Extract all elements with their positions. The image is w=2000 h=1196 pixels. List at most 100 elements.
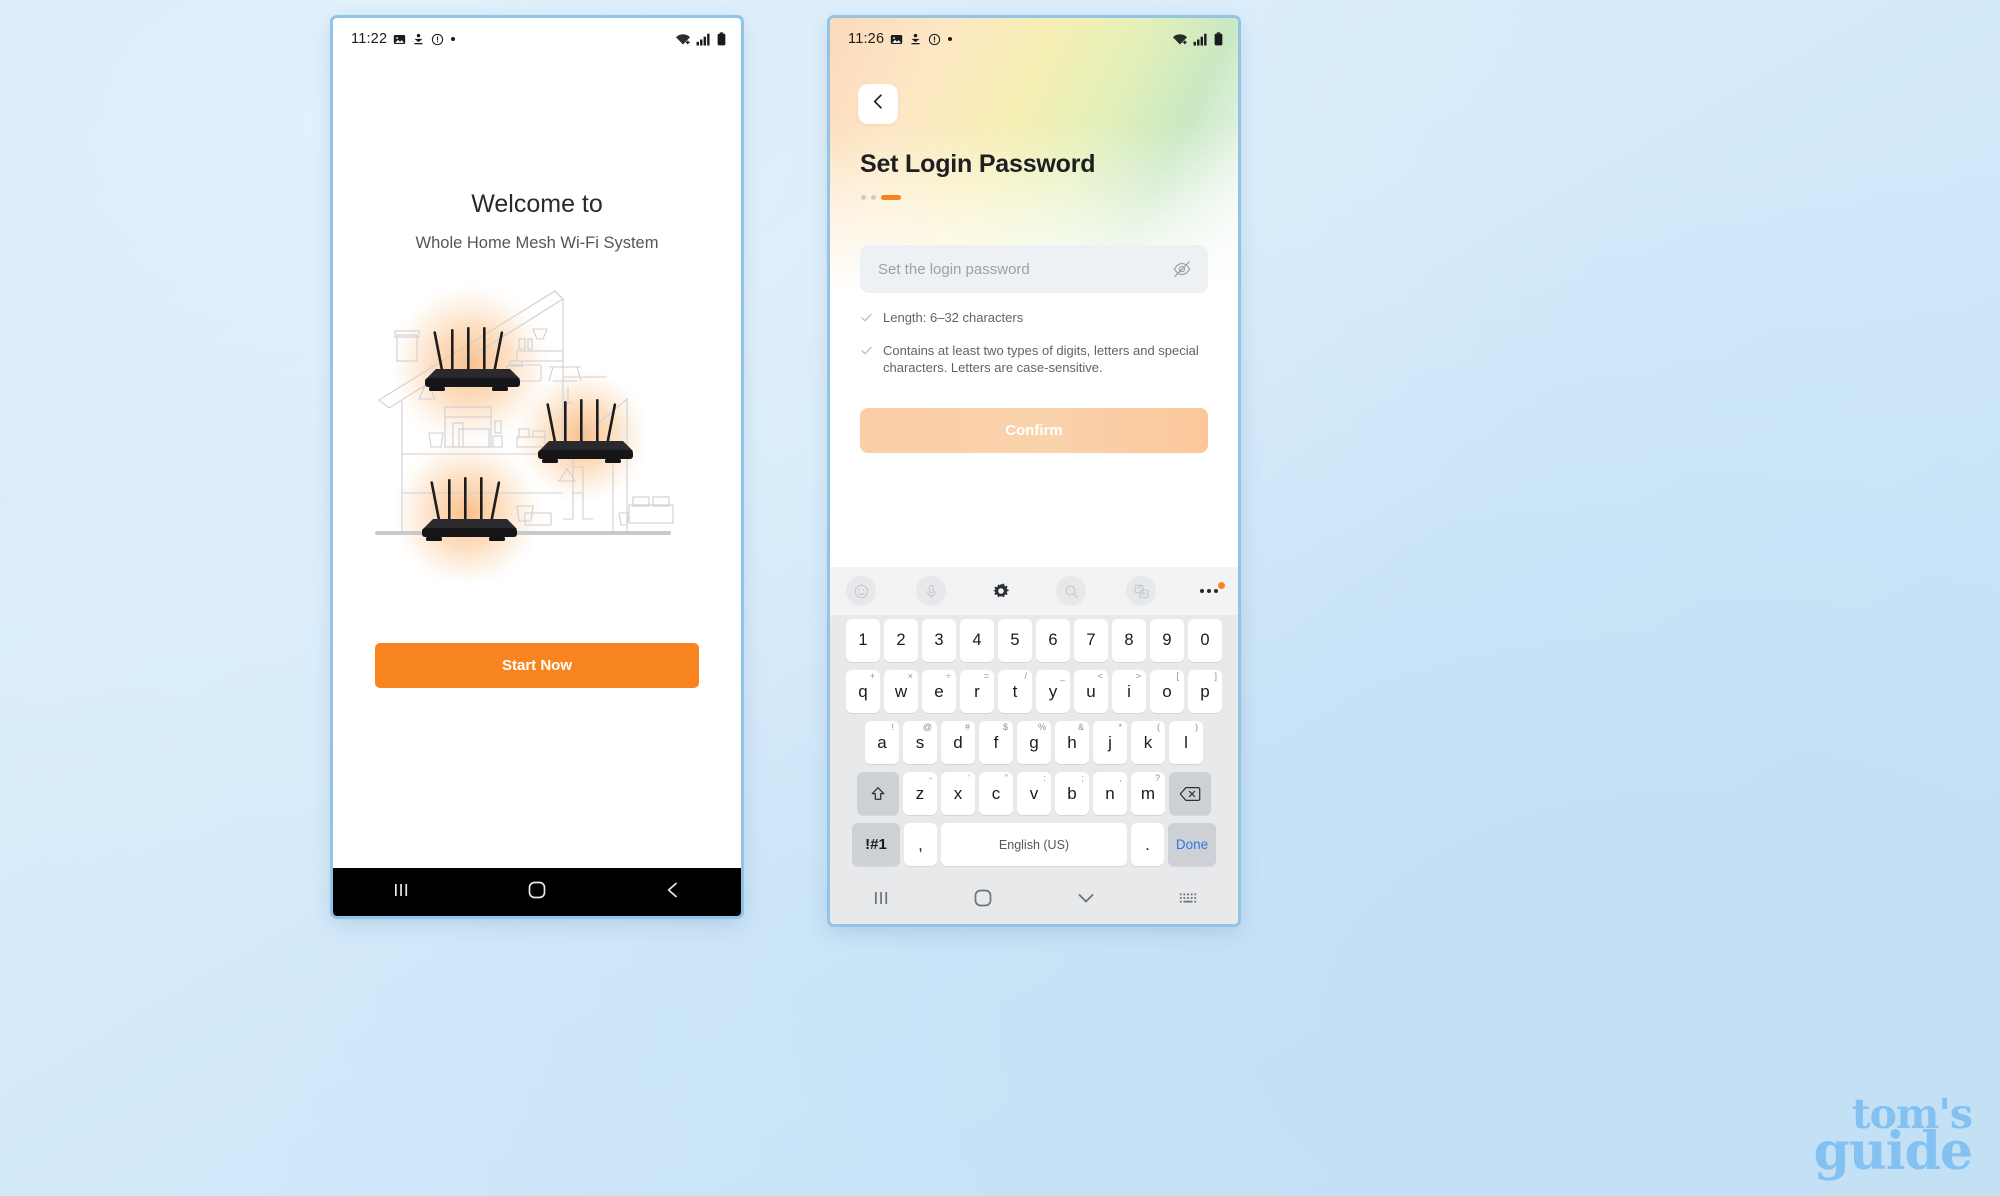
eye-off-icon[interactable] (1172, 259, 1192, 279)
done-key[interactable]: Done (1168, 823, 1216, 866)
key-0[interactable]: 0 (1188, 619, 1222, 662)
key-l[interactable]: ) l (1169, 721, 1203, 764)
password-field-container[interactable] (860, 245, 1208, 293)
key-p[interactable]: ] p (1188, 670, 1222, 713)
requirement-text: Length: 6–32 characters (883, 310, 1024, 325)
key-secondary-symbol: # (964, 722, 970, 732)
key-g[interactable]: % g (1017, 721, 1051, 764)
key-i[interactable]: > i (1112, 670, 1146, 713)
key-n[interactable]: ,n (1093, 772, 1127, 815)
home-icon[interactable] (526, 879, 548, 906)
key-a[interactable]: ! a (865, 721, 899, 764)
toms-guide-watermark: tom's guide (1813, 1094, 1973, 1183)
right-status-bar: 11:26 (830, 18, 1238, 60)
key-secondary-symbol: ( (1157, 722, 1160, 732)
confirm-button[interactable]: Confirm (860, 408, 1208, 454)
key-t[interactable]: / t (998, 670, 1032, 713)
alert-circle-icon (928, 33, 941, 46)
keyboard-row-asdf: ! a @ s # d $ f% g & h * j(k) l (830, 717, 1238, 768)
shift-key[interactable] (857, 772, 899, 815)
battery-icon (1213, 32, 1224, 46)
key-x[interactable]: ' x (941, 772, 975, 815)
start-now-button[interactable]: Start Now (375, 643, 699, 688)
key-v[interactable]: :v (1017, 772, 1051, 815)
recents-icon[interactable] (871, 888, 891, 913)
image-icon (890, 33, 903, 46)
key-h[interactable]: & h (1055, 721, 1089, 764)
back-icon[interactable] (663, 880, 683, 905)
key-o[interactable]: [o (1150, 670, 1184, 713)
key-w[interactable]: × w (884, 670, 918, 713)
key-s[interactable]: @ s (903, 721, 937, 764)
key-z[interactable]: -z (903, 772, 937, 815)
key-f[interactable]: $ f (979, 721, 1013, 764)
hide-keyboard-icon[interactable] (1075, 887, 1097, 914)
key-d[interactable]: # d (941, 721, 975, 764)
download-icon (412, 33, 425, 46)
settings-gear-icon[interactable] (986, 576, 1016, 606)
key-r[interactable]: = r (960, 670, 994, 713)
key-7[interactable]: 7 (1074, 619, 1108, 662)
key-m[interactable]: ? m (1131, 772, 1165, 815)
page-title: Set Login Password (860, 150, 1096, 178)
space-key[interactable]: English (US) (941, 823, 1127, 866)
key-secondary-symbol: ; (1081, 773, 1084, 783)
key-secondary-symbol: ] (1214, 671, 1217, 681)
left-phone-screen: 11:22 Welcome to Whole Home Mesh Wi-Fi S… (333, 18, 741, 916)
key-e[interactable]: ÷ e (922, 670, 956, 713)
key-1[interactable]: 1 (846, 619, 880, 662)
key-8[interactable]: 8 (1112, 619, 1146, 662)
dot-icon (450, 36, 456, 42)
step-dot-2 (871, 195, 876, 200)
period-key[interactable]: . (1131, 823, 1164, 866)
comma-key[interactable]: , (904, 823, 937, 866)
backspace-key[interactable] (1169, 772, 1211, 815)
watermark-line-2: guide (1813, 1121, 1973, 1183)
key-3[interactable]: 3 (922, 619, 956, 662)
on-screen-keyboard: A 1234567890 + q × w ÷ e = r / t _ y < u > i[o] p ! a @ s # d… (830, 567, 1238, 876)
password-input[interactable] (876, 259, 1172, 279)
key-9[interactable]: 9 (1150, 619, 1184, 662)
requirement-item: Length: 6–32 characters (860, 309, 1208, 329)
key-b[interactable]: ; b (1055, 772, 1089, 815)
welcome-section: Welcome to Whole Home Mesh Wi-Fi System (333, 60, 741, 253)
key-secondary-symbol: ÷ (946, 671, 951, 681)
status-time: 11:22 (351, 31, 388, 47)
key-q[interactable]: + q (846, 670, 880, 713)
page-subtitle: Whole Home Mesh Wi-Fi System (415, 234, 659, 252)
signal-icon (1193, 33, 1208, 46)
emoji-icon[interactable] (846, 576, 876, 606)
search-icon[interactable] (1056, 576, 1086, 606)
key-secondary-symbol: & (1077, 722, 1084, 732)
key-6[interactable]: 6 (1036, 619, 1070, 662)
key-u[interactable]: < u (1074, 670, 1108, 713)
check-icon (860, 344, 873, 362)
battery-icon (716, 32, 727, 46)
key-secondary-symbol: @ (922, 722, 932, 732)
recents-icon[interactable] (391, 880, 411, 905)
symbols-key[interactable]: !#1 (852, 823, 900, 866)
dot-icon (947, 36, 953, 42)
page-title: Welcome to (471, 190, 603, 218)
keyboard-switch-icon[interactable] (1178, 890, 1198, 911)
status-time: 11:26 (848, 31, 885, 47)
more-options-icon[interactable] (1196, 582, 1225, 593)
key-k[interactable]: (k (1131, 721, 1165, 764)
key-secondary-symbol: , (1119, 773, 1122, 783)
key-4[interactable]: 4 (960, 619, 994, 662)
microphone-icon[interactable] (916, 576, 946, 606)
home-icon[interactable] (972, 887, 994, 914)
translate-icon[interactable]: A (1126, 576, 1156, 606)
key-2[interactable]: 2 (884, 619, 918, 662)
signal-icon (696, 33, 711, 46)
check-icon (860, 311, 873, 329)
key-j[interactable]: * j (1093, 721, 1127, 764)
mesh-home-routers-illustration (367, 281, 707, 589)
key-secondary-symbol: * (1118, 722, 1122, 732)
key-c[interactable]: " c (979, 772, 1013, 815)
key-y[interactable]: _ y (1036, 670, 1070, 713)
back-button[interactable] (858, 84, 898, 124)
key-5[interactable]: 5 (998, 619, 1032, 662)
requirement-text: Contains at least two types of digits, l… (883, 343, 1199, 376)
download-icon (909, 33, 922, 46)
